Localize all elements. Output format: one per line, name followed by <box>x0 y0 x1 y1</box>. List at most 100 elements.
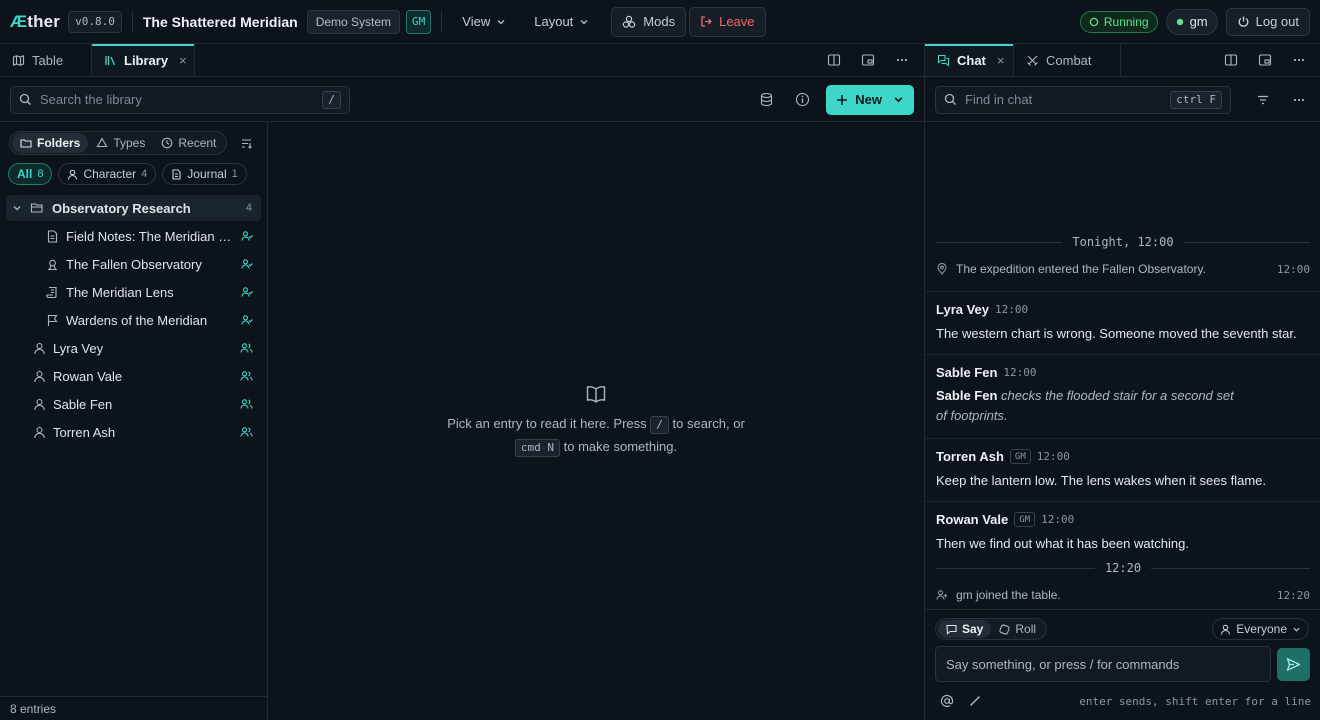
folder-open-icon <box>30 201 44 215</box>
chat-panel: Chat × Combat ctrl F Tonight, 12:00 The … <box>924 44 1320 720</box>
view-mode-switch: Folders Types Recent <box>9 131 228 155</box>
list-item[interactable]: Rowan Vale <box>6 363 261 389</box>
send-icon <box>1286 657 1301 672</box>
chat-panel-tools <box>1219 44 1320 76</box>
users-icon <box>240 370 253 382</box>
person-icon <box>33 342 46 355</box>
tab-table[interactable]: Table <box>0 44 92 76</box>
tab-library[interactable]: Library × <box>92 44 195 76</box>
list-item[interactable]: Torren Ash <box>6 419 261 445</box>
chevron-down-icon <box>1292 625 1301 634</box>
folder-row[interactable]: Observatory Research 4 <box>6 195 261 221</box>
mention-icon[interactable] <box>935 689 959 713</box>
search-shortcut-kbd: / <box>322 90 341 109</box>
list-item[interactable]: Sable Fen <box>6 391 261 417</box>
close-tab-icon[interactable]: × <box>997 53 1005 68</box>
document-icon <box>171 168 182 180</box>
more-options-icon[interactable] <box>1287 88 1311 112</box>
view-mode-types[interactable]: Types <box>88 133 153 153</box>
list-item[interactable]: Lyra Vey <box>6 335 261 361</box>
tab-combat[interactable]: Combat <box>1014 44 1121 76</box>
library-tab-strip: Table Library × <box>0 44 924 77</box>
crossed-swords-icon <box>1026 54 1039 67</box>
logout-button[interactable]: Log out <box>1225 7 1310 36</box>
filter-character[interactable]: Character 4 <box>58 163 157 185</box>
list-item[interactable]: Wardens of the Meridian <box>6 307 261 333</box>
list-item[interactable]: The Meridian Lens <box>6 279 261 305</box>
chat-bubbles-icon <box>937 54 950 67</box>
chat-search-input[interactable] <box>965 92 1163 107</box>
leave-button[interactable]: Leave <box>689 6 766 37</box>
library-panel-tools <box>822 44 924 76</box>
speech-bubble-icon <box>946 624 957 635</box>
composer-hint: enter sends, shift enter for a line <box>1079 695 1311 708</box>
person-icon <box>33 426 46 439</box>
info-icon[interactable] <box>790 88 814 112</box>
audience-select[interactable]: Everyone <box>1212 618 1309 640</box>
view-menu-button[interactable]: View <box>452 8 516 36</box>
chevron-down-icon <box>579 17 589 27</box>
sort-icon[interactable] <box>234 131 258 155</box>
empty-state: Pick an entry to read it here. Press / t… <box>268 412 924 458</box>
status-ring-icon <box>1089 17 1099 27</box>
time-divider: 12:20 <box>936 561 1310 575</box>
version-badge: v0.8.0 <box>68 10 122 33</box>
chat-tab-strip: Chat × Combat <box>925 44 1320 77</box>
library-reader: Pick an entry to read it here. Press / t… <box>268 122 924 720</box>
list-item[interactable]: Field Notes: The Meridian L... <box>6 223 261 249</box>
library-search[interactable]: / <box>10 85 350 114</box>
mode-say[interactable]: Say <box>938 620 992 638</box>
message-mode-switch: Say Roll <box>935 618 1048 640</box>
chevron-down-icon[interactable] <box>12 203 22 213</box>
split-panel-icon[interactable] <box>1219 48 1243 72</box>
person-icon <box>67 169 78 180</box>
folder-icon <box>20 137 32 149</box>
new-entry-button[interactable]: New <box>826 84 914 115</box>
filter-all[interactable]: All 8 <box>8 163 53 185</box>
chat-input-box[interactable] <box>935 646 1271 682</box>
chat-message: Rowan Vale GM 12:00 Then we find out what … <box>925 501 1320 561</box>
document-icon <box>46 229 59 243</box>
list-item[interactable]: The Fallen Observatory <box>6 251 261 277</box>
popout-icon[interactable] <box>856 48 880 72</box>
more-options-icon[interactable] <box>890 48 914 72</box>
slash-command-icon[interactable] <box>963 689 987 713</box>
shapes-icon <box>96 137 108 149</box>
mode-roll[interactable]: Roll <box>991 620 1044 638</box>
app-logo[interactable]: Æther <box>10 12 60 32</box>
status-badge: Running <box>1079 10 1158 33</box>
search-icon <box>944 93 957 106</box>
chat-toolbar: ctrl F <box>925 78 1320 122</box>
send-button[interactable] <box>1277 648 1310 681</box>
gm-badge: GM <box>406 9 432 34</box>
database-icon[interactable] <box>754 88 778 112</box>
library-sidebar: Folders Types Recent All 8 Character 4 J… <box>0 122 268 720</box>
type-filters: All 8 Character 4 Journal 1 <box>8 163 247 185</box>
filter-icon[interactable] <box>1251 88 1275 112</box>
shared-user-icon <box>241 258 253 270</box>
tab-chat[interactable]: Chat × <box>925 44 1014 76</box>
dice-icon <box>999 623 1010 635</box>
person-icon <box>33 398 46 411</box>
entries-count: 8 entries <box>0 696 267 720</box>
split-panel-icon[interactable] <box>822 48 846 72</box>
chat-search[interactable]: ctrl F <box>935 85 1231 114</box>
emote-text: Sable Fen checks the flooded stair for a… <box>936 388 1234 423</box>
search-shortcut-kbd: ctrl F <box>1170 90 1222 109</box>
user-menu[interactable]: gm <box>1165 8 1218 35</box>
filter-journal[interactable]: Journal 1 <box>162 163 247 185</box>
mods-button[interactable]: Mods <box>611 6 687 37</box>
view-mode-folders[interactable]: Folders <box>12 133 89 153</box>
person-icon <box>33 370 46 383</box>
popout-icon[interactable] <box>1253 48 1277 72</box>
more-options-icon[interactable] <box>1287 48 1311 72</box>
scene-icon <box>46 258 59 271</box>
close-tab-icon[interactable]: × <box>179 53 187 68</box>
library-toolbar: / New <box>0 78 924 122</box>
chevron-down-icon <box>893 94 904 105</box>
library-search-input[interactable] <box>40 92 315 107</box>
chat-input[interactable] <box>946 656 1260 672</box>
person-icon <box>1220 624 1231 635</box>
layout-menu-button[interactable]: Layout <box>524 8 599 36</box>
view-mode-recent[interactable]: Recent <box>153 133 224 153</box>
